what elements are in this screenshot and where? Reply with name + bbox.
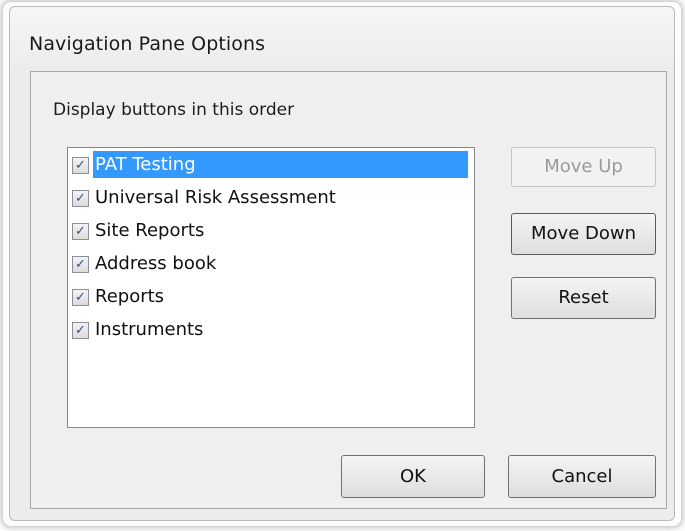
reset-button[interactable]: Reset <box>511 277 656 319</box>
list-item-label: Instruments <box>95 319 204 340</box>
list-item[interactable]: ✓ PAT Testing <box>72 151 472 182</box>
checkbox[interactable]: ✓ <box>72 157 89 174</box>
checkbox[interactable]: ✓ <box>72 289 89 306</box>
list-item[interactable]: ✓ Address book <box>72 250 472 281</box>
ok-button[interactable]: OK <box>341 455 485 498</box>
list-item-label: Address book <box>95 253 217 274</box>
navigation-pane-options-dialog: Navigation Pane Options Display buttons … <box>9 6 675 521</box>
checkbox[interactable]: ✓ <box>72 322 89 339</box>
button-order-list[interactable]: ✓ PAT Testing ✓ Universal Risk Assessmen… <box>67 147 475 428</box>
list-item-label: Universal Risk Assessment <box>95 187 336 208</box>
checkbox[interactable]: ✓ <box>72 256 89 273</box>
move-up-button[interactable]: Move Up <box>511 147 656 187</box>
cancel-button[interactable]: Cancel <box>508 455 656 498</box>
dialog-title: Navigation Pane Options <box>29 33 266 55</box>
list-item-label: Reports <box>95 286 165 307</box>
move-down-button[interactable]: Move Down <box>511 213 656 255</box>
list-item[interactable]: ✓ Reports <box>72 283 472 314</box>
list-item-label: Site Reports <box>95 220 205 241</box>
checkbox[interactable]: ✓ <box>72 223 89 240</box>
list-item-label: PAT Testing <box>93 151 468 178</box>
title-bar: Navigation Pane Options <box>10 7 674 70</box>
list-item[interactable]: ✓ Instruments <box>72 316 472 347</box>
list-item[interactable]: ✓ Universal Risk Assessment <box>72 184 472 215</box>
list-item[interactable]: ✓ Site Reports <box>72 217 472 248</box>
options-panel: Display buttons in this order ✓ PAT Test… <box>30 71 667 509</box>
checkbox[interactable]: ✓ <box>72 190 89 207</box>
list-caption: Display buttons in this order <box>53 100 295 120</box>
